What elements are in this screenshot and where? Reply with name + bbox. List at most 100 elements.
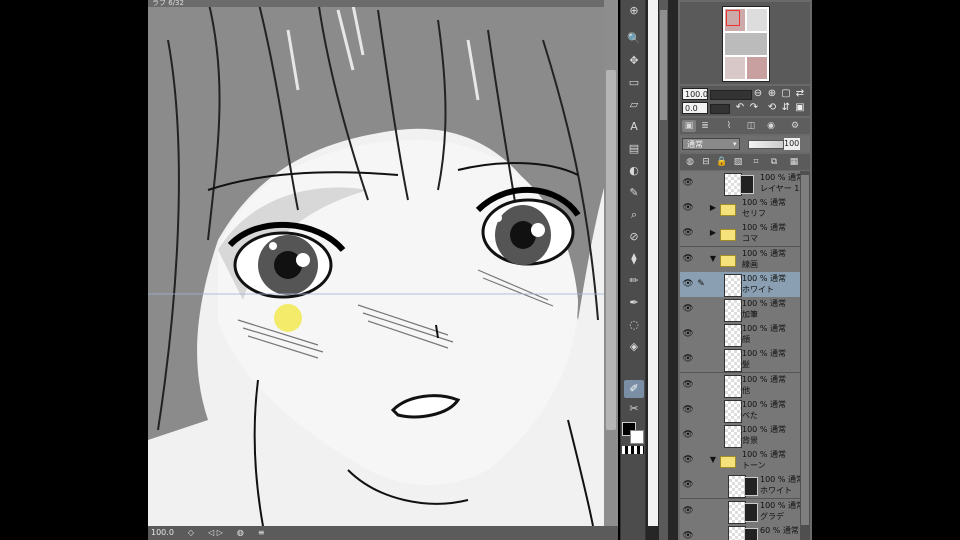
rotate-left-icon[interactable]: ↶: [734, 102, 746, 114]
layer-row[interactable]: 👁 100 % 通常 グラデ: [680, 498, 800, 525]
mask-icon[interactable]: ⌗: [750, 156, 762, 168]
decoration-tool-icon[interactable]: ◈: [624, 338, 644, 356]
layer-row[interactable]: 👁 100 % 通常髪: [680, 347, 800, 374]
layer-row[interactable]: 👁 100 % 通常 加筆: [680, 297, 800, 323]
tab-tool-property[interactable]: ⌇: [722, 120, 736, 132]
lock-icon[interactable]: 🔒: [716, 156, 728, 168]
object-tool-icon[interactable]: ✥: [624, 52, 644, 70]
layer-row[interactable]: 👁 100 % 通常顔: [680, 322, 800, 349]
secondary-scroll-thumb[interactable]: [660, 10, 667, 120]
ruler-tool-icon[interactable]: ✎: [624, 184, 644, 202]
airbrush-tool-icon[interactable]: ◌: [624, 316, 644, 334]
layer-row[interactable]: 👁 ✎ 100 % 通常 ホワイト: [680, 271, 800, 298]
cut-tool-icon[interactable]: ✂: [624, 400, 644, 418]
tab-color[interactable]: ◉: [764, 120, 778, 132]
opacity-field[interactable]: 100: [784, 138, 800, 150]
zoom-field[interactable]: 100.0: [682, 88, 708, 100]
layer-name: ホワイト: [760, 486, 792, 496]
reset-rotation-icon[interactable]: ⟲: [766, 102, 778, 114]
rotate-icon[interactable]: ◇: [188, 526, 194, 540]
zoom-slider[interactable]: [710, 90, 752, 100]
eye-icon[interactable]: 👁: [682, 253, 694, 265]
eye-icon[interactable]: 👁: [682, 303, 694, 315]
navigator-view-frame[interactable]: [726, 10, 740, 26]
clip-icon[interactable]: ◍: [684, 156, 696, 168]
zoom-readout[interactable]: 100.0: [151, 526, 174, 540]
layer-row[interactable]: 👁 100 % 通常 ベた: [680, 397, 800, 424]
zoom-out-icon[interactable]: ⊖: [752, 88, 764, 100]
tab-layer-property[interactable]: ≣: [698, 120, 712, 132]
palette-color-icon[interactable]: ▦: [788, 156, 800, 168]
opacity-slider[interactable]: [748, 140, 784, 149]
fill-tool-icon[interactable]: ⧫: [624, 250, 644, 268]
ruler-icon[interactable]: ⧉: [768, 156, 780, 168]
eye-icon[interactable]: 👁: [682, 202, 694, 214]
eye-icon[interactable]: 👁: [682, 177, 694, 189]
tab-layer[interactable]: ▣: [682, 120, 696, 132]
eye-icon[interactable]: 👁: [682, 530, 694, 540]
gpen-tool-icon[interactable]: ✐: [624, 380, 644, 398]
layer-row[interactable]: 👁 100 % 通常レイヤー 1 のコ: [680, 171, 800, 197]
layer-row[interactable]: 👁 ▼ 100 % 通常 線画: [680, 246, 800, 273]
pen-tool-icon[interactable]: ✒: [624, 294, 644, 312]
layer-row[interactable]: 👁 60 % 通常: [680, 523, 800, 540]
reference-icon[interactable]: ⊟: [700, 156, 712, 168]
tab-settings[interactable]: ⚙: [788, 120, 802, 132]
layer-row[interactable]: 👁 100 % 通常 背景: [680, 423, 800, 449]
rotation-slider[interactable]: [710, 104, 730, 114]
eye-icon[interactable]: 👁: [682, 454, 694, 466]
fit-view-icon[interactable]: ▢: [780, 88, 792, 100]
layer-row[interactable]: 👁 ▶ 100 % 通常 コマ: [680, 221, 800, 248]
layer-row[interactable]: 👁 ▶ 100 % 通常 セリフ: [680, 196, 800, 223]
lock-transparency-icon[interactable]: ▧: [732, 156, 744, 168]
eye-icon[interactable]: 👁: [682, 227, 694, 239]
canvas[interactable]: [148, 0, 618, 526]
chevron-down-icon[interactable]: ▾: [733, 140, 737, 148]
zoom-tool-icon[interactable]: 🔍: [624, 30, 644, 48]
eye-icon[interactable]: 👁: [682, 429, 694, 441]
eye-icon[interactable]: 👁: [682, 278, 694, 290]
chevron-right-icon[interactable]: ▶: [708, 227, 718, 239]
fit-icon[interactable]: ◍: [237, 526, 244, 540]
navigator-menu-icon[interactable]: ▣: [794, 102, 806, 114]
layer-row[interactable]: 👁 100 % 通常他: [680, 372, 800, 399]
layer-row[interactable]: 👁 ▼ 100 % 通常 トーン: [680, 448, 800, 475]
zoom-in-icon[interactable]: ⊕: [766, 88, 778, 100]
layer-thumbnail: [724, 349, 742, 373]
eye-icon[interactable]: 👁: [682, 353, 694, 365]
flip-vertical-icon[interactable]: ⇵: [780, 102, 792, 114]
selection-tool-icon[interactable]: ▭: [624, 74, 644, 92]
eyedropper-tool-icon[interactable]: ⌕: [624, 206, 644, 224]
tab-subview[interactable]: ◫: [744, 120, 758, 132]
balloon-tool-icon[interactable]: ◐: [624, 162, 644, 180]
rotate-right-icon[interactable]: ↷: [748, 102, 760, 114]
lasso-tool-icon[interactable]: ▱: [624, 96, 644, 114]
transparent-color-toggle[interactable]: [622, 446, 644, 454]
move-tool-icon[interactable]: ⊕: [624, 2, 644, 20]
chevron-down-icon[interactable]: ▼: [708, 454, 718, 466]
eraser-tool-icon[interactable]: ⊘: [624, 228, 644, 246]
layer-scroll-thumb[interactable]: [801, 175, 809, 525]
layer-opacity-blend: 100 % 通常: [760, 173, 800, 182]
chevron-right-icon[interactable]: ▶: [708, 202, 718, 214]
eye-icon[interactable]: 👁: [682, 404, 694, 416]
eye-icon[interactable]: 👁: [682, 505, 694, 517]
blend-mode-select[interactable]: 通常: [682, 138, 740, 150]
layer-mask-thumbnail: [744, 527, 758, 540]
canvas-scroll-thumb[interactable]: [606, 70, 616, 430]
canvas-overflow-edge: [648, 0, 658, 526]
layer-row[interactable]: 👁 100 % 通常 ホワイト: [680, 473, 800, 500]
eye-icon[interactable]: 👁: [682, 328, 694, 340]
frame-tool-icon[interactable]: ▤: [624, 140, 644, 158]
text-tool-icon[interactable]: A: [624, 118, 644, 136]
flip-horizontal-icon[interactable]: ⇄: [794, 88, 806, 100]
menu-icon[interactable]: ≡: [258, 526, 265, 540]
rotation-field[interactable]: 0.0: [682, 102, 708, 114]
pencil-tool-icon[interactable]: ✏: [624, 272, 644, 290]
chevron-down-icon[interactable]: ▼: [708, 253, 718, 265]
flip-icons[interactable]: ◁ ▷: [208, 526, 223, 540]
layer-opacity-blend: 100 % 通常: [742, 450, 786, 460]
background-color-swatch[interactable]: [630, 430, 644, 444]
eye-icon[interactable]: 👁: [682, 479, 694, 491]
eye-icon[interactable]: 👁: [682, 379, 694, 391]
